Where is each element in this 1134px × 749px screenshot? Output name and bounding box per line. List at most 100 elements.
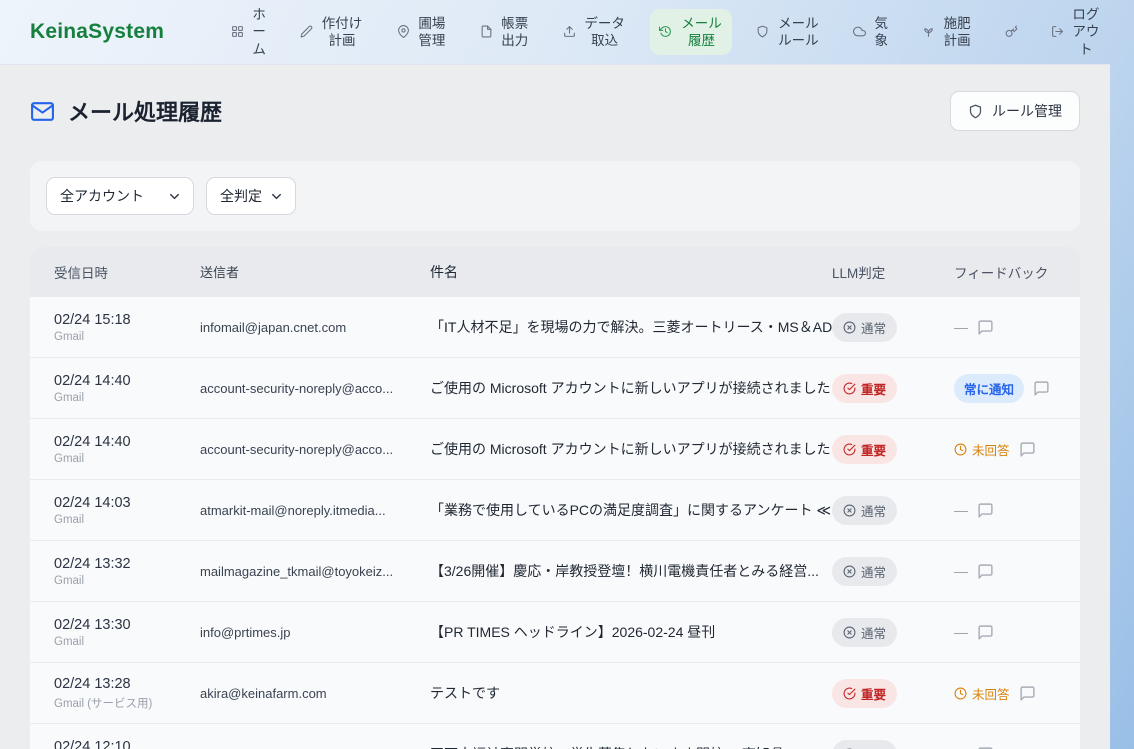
nav-item-メール履歴[interactable]: メール履歴 xyxy=(650,9,732,56)
table-row[interactable]: 02/24 12:10 Gmail digital@kochinews.jp 四… xyxy=(30,723,1080,749)
nav-item-label: 施肥計画 xyxy=(942,15,972,50)
subject: テストです xyxy=(430,683,832,703)
account-label: Gmail xyxy=(54,575,200,587)
main-content: メール処理履歴 ルール管理 全アカウント 全判定 受信日時 送信者 件名 LLM… xyxy=(0,64,1110,749)
shield-icon xyxy=(756,25,769,38)
received-datetime: 02/24 12:10 xyxy=(54,739,200,749)
rule-management-button[interactable]: ルール管理 xyxy=(950,91,1080,131)
nav-item-label: メールルール xyxy=(776,15,820,50)
check-circle-icon xyxy=(843,687,856,700)
chevron-down-icon xyxy=(269,189,284,204)
nav-item-label: メール履歴 xyxy=(679,15,723,50)
llm-judgement-badge: 通常 xyxy=(832,740,897,749)
subject: ご使用の Microsoft アカウントに新しいアプリが接続されました xyxy=(430,439,832,459)
account-filter-select[interactable]: 全アカウント xyxy=(46,177,194,215)
comment-icon[interactable] xyxy=(977,502,994,519)
llm-judgement-badge: 重要 xyxy=(832,679,897,708)
sprout-icon xyxy=(922,25,935,38)
nav-item-メールルール[interactable]: メールルール xyxy=(747,9,829,56)
received-datetime: 02/24 14:03 xyxy=(54,495,200,511)
llm-judgement-badge: 通常 xyxy=(832,496,897,525)
account-label: Gmail xyxy=(54,636,200,648)
history-icon xyxy=(659,25,672,38)
comment-icon[interactable] xyxy=(1033,380,1050,397)
header-subject: 件名 xyxy=(430,262,832,282)
sender: info@prtimes.jp xyxy=(200,625,430,640)
account-label: Gmail (サービス用) xyxy=(54,695,200,711)
map-pin-icon xyxy=(397,25,410,38)
table-row[interactable]: 02/24 14:03 Gmail atmarkit-mail@noreply.… xyxy=(30,479,1080,540)
comment-icon[interactable] xyxy=(1019,685,1036,702)
table-row[interactable]: 02/24 14:40 Gmail account-security-norep… xyxy=(30,418,1080,479)
nav-item-ホーム[interactable]: ホーム xyxy=(222,0,276,64)
account-filter-value: 全アカウント xyxy=(60,186,144,206)
cloud-icon xyxy=(853,25,866,38)
clock-icon xyxy=(954,443,967,456)
table-row[interactable]: 02/24 13:30 Gmail info@prtimes.jp 【PR TI… xyxy=(30,601,1080,662)
llm-judgement-badge: 重要 xyxy=(832,374,897,403)
received-datetime: 02/24 15:18 xyxy=(54,312,200,328)
received-datetime: 02/24 13:32 xyxy=(54,556,200,572)
subject: ご使用の Microsoft アカウントに新しいアプリが接続されました xyxy=(430,378,832,398)
subject: 【3/26開催】慶応・岸教授登壇！横川電機責任者とみる経営... xyxy=(430,561,832,581)
nav-item-key[interactable] xyxy=(996,19,1027,44)
llm-judgement-badge: 通常 xyxy=(832,313,897,342)
page-title-text: メール処理履歴 xyxy=(68,95,222,127)
feedback-pending-badge: 未回答 xyxy=(954,684,1010,703)
comment-icon[interactable] xyxy=(977,563,994,580)
filter-card: 全アカウント 全判定 xyxy=(30,161,1080,231)
clock-icon xyxy=(954,687,967,700)
key-icon xyxy=(1005,25,1018,38)
sender: akira@keinafarm.com xyxy=(200,686,430,701)
grid-icon xyxy=(231,25,244,38)
llm-judgement-badge: 重要 xyxy=(832,435,897,464)
judgement-filter-select[interactable]: 全判定 xyxy=(206,177,296,215)
comment-icon[interactable] xyxy=(977,746,994,749)
nav-item-圃場管理[interactable]: 圃場管理 xyxy=(388,9,456,56)
nav-item-データ取込[interactable]: データ取込 xyxy=(554,9,636,56)
table-row[interactable]: 02/24 14:40 Gmail account-security-norep… xyxy=(30,357,1080,418)
table-body: 02/24 15:18 Gmail infomail@japan.cnet.co… xyxy=(30,296,1080,749)
page-title: メール処理履歴 xyxy=(30,95,222,127)
account-label: Gmail xyxy=(54,453,200,465)
x-circle-icon xyxy=(843,626,856,639)
feedback-none: — xyxy=(954,624,968,640)
nav-item-label: 作付け計画 xyxy=(320,15,364,50)
account-label: Gmail xyxy=(54,514,200,526)
check-circle-icon xyxy=(843,382,856,395)
sender: account-security-noreply@acco... xyxy=(200,381,430,396)
llm-judgement-badge: 通常 xyxy=(832,618,897,647)
subject: 四万十福祉専門学校、学生募集しないまま閉校へ 高知県... xyxy=(430,744,832,749)
pencil-icon xyxy=(300,25,313,38)
x-circle-icon xyxy=(843,504,856,517)
account-label: Gmail xyxy=(54,392,200,404)
nav-item-ログアウト[interactable]: ログアウト xyxy=(1042,0,1110,64)
title-row: メール処理履歴 ルール管理 xyxy=(30,91,1080,131)
rule-button-label: ルール管理 xyxy=(992,101,1062,121)
comment-icon[interactable] xyxy=(1019,441,1036,458)
nav-item-label: 圃場管理 xyxy=(417,15,447,50)
received-datetime: 02/24 14:40 xyxy=(54,434,200,450)
header-llm-judgement: LLM判定 xyxy=(832,262,954,282)
sender: atmarkit-mail@noreply.itmedia... xyxy=(200,503,430,518)
table-row[interactable]: 02/24 15:18 Gmail infomail@japan.cnet.co… xyxy=(30,296,1080,357)
mail-history-table: 受信日時 送信者 件名 LLM判定 フィードバック 02/24 15:18 Gm… xyxy=(30,247,1080,749)
shield-icon xyxy=(968,104,983,119)
nav-item-帳票出力[interactable]: 帳票出力 xyxy=(471,9,539,56)
comment-icon[interactable] xyxy=(977,319,994,336)
received-datetime: 02/24 14:40 xyxy=(54,373,200,389)
comment-icon[interactable] xyxy=(977,624,994,641)
header-received-datetime: 受信日時 xyxy=(30,262,200,282)
brand-logo: KeinaSystem xyxy=(30,20,164,44)
sender: infomail@japan.cnet.com xyxy=(200,320,430,335)
nav-item-気象[interactable]: 気象 xyxy=(844,9,898,56)
feedback-always-notify-badge: 常に通知 xyxy=(954,374,1024,403)
received-datetime: 02/24 13:30 xyxy=(54,617,200,633)
table-row[interactable]: 02/24 13:28 Gmail (サービス用) akira@keinafar… xyxy=(30,662,1080,723)
judgement-filter-value: 全判定 xyxy=(220,186,262,206)
nav-item-label: 帳票出力 xyxy=(500,15,530,50)
table-row[interactable]: 02/24 13:32 Gmail mailmagazine_tkmail@to… xyxy=(30,540,1080,601)
nav-item-作付け計画[interactable]: 作付け計画 xyxy=(291,9,373,56)
file-icon xyxy=(480,25,493,38)
nav-item-施肥計画[interactable]: 施肥計画 xyxy=(913,9,981,56)
